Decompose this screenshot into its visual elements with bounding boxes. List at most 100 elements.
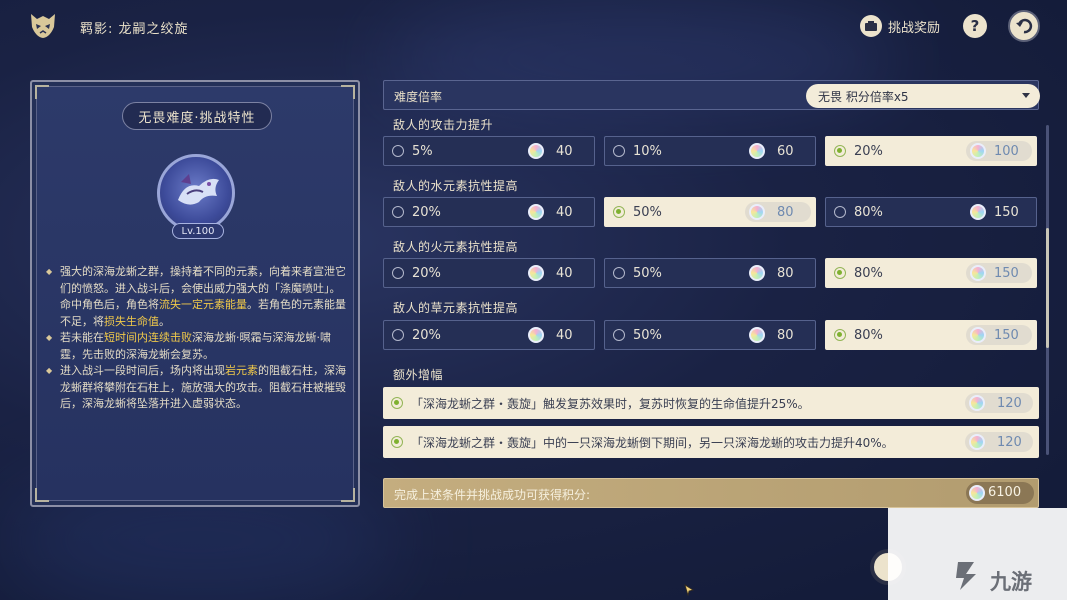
radio-checked-icon [834, 329, 846, 341]
condition-option[interactable]: 10% 60 [604, 136, 816, 166]
trait-item: 强大的深海龙蜥之群，操持着不同的元素，向着来者宣泄它们的愤怒。进入战斗后，会使出… [46, 264, 348, 330]
help-icon[interactable]: ? [963, 14, 987, 38]
extra-option-points: 120 [997, 435, 1022, 450]
condition-option[interactable]: 80% 150 [825, 258, 1037, 288]
point-gem-icon [969, 395, 985, 411]
back-arrow-icon [1016, 18, 1033, 34]
option-value: 50% [633, 205, 662, 220]
option-points: 80 [777, 205, 794, 220]
difficulty-dropdown[interactable]: 无畏 积分倍率x5 [806, 84, 1040, 108]
mask-logo-icon [31, 14, 55, 38]
point-gem-icon [970, 204, 986, 220]
point-gem-icon [528, 327, 544, 343]
radio-unchecked-icon [392, 267, 404, 279]
challenge-traits-panel: 无畏难度·挑战特性 Lv.100 强大的深海龙蜥之群，操持着不同的元素，向着来者… [30, 80, 360, 507]
point-gem-icon [528, 265, 544, 281]
boss-emblem [157, 154, 235, 232]
condition-option[interactable]: 80% 150 [825, 197, 1037, 227]
point-gem-icon [749, 143, 765, 159]
option-points: 40 [556, 328, 573, 343]
extra-option-text: 「深海龙蜥之群・轰旋」触发复苏效果时，复苏时恢复的生命值提升25%。 [411, 397, 810, 411]
condition-category-label: 敌人的火元素抗性提高 [393, 240, 519, 254]
option-value: 20% [412, 205, 441, 220]
difficulty-label: 难度倍率 [394, 90, 443, 104]
option-value: 20% [854, 144, 883, 159]
extra-option-points: 120 [997, 396, 1022, 411]
extra-option-text: 「深海龙蜥之群・轰旋」中的一只深海龙蜥倒下期间，另一只深海龙蜥的攻击力提升40%… [411, 436, 894, 450]
point-gem-icon [970, 265, 986, 281]
condition-option[interactable]: 20% 40 [383, 320, 595, 350]
option-points: 150 [994, 205, 1019, 220]
option-points: 80 [777, 266, 794, 281]
radio-checked-icon [391, 397, 403, 409]
difficulty-value: 无畏 积分倍率x5 [818, 89, 909, 104]
point-gem-icon [749, 265, 765, 281]
condition-option[interactable]: 50% 80 [604, 320, 816, 350]
frame-corner [35, 488, 49, 502]
trait-item: 若未能在短时间内连续击败深海龙蜥·暝霜与深海龙蜥·啸霆，先击败的深海龙蜥会复苏。 [46, 330, 348, 363]
frame-corner [341, 85, 355, 99]
radio-unchecked-icon [613, 145, 625, 157]
challenge-reward-button[interactable]: 挑战奖励 [860, 14, 940, 38]
option-value: 80% [854, 266, 883, 281]
cursor-icon [684, 584, 694, 596]
option-value: 50% [633, 328, 662, 343]
radio-checked-icon [391, 436, 403, 448]
condition-option[interactable]: 80% 150 [825, 320, 1037, 350]
frame-corner [35, 85, 49, 99]
condition-category-label: 敌人的攻击力提升 [393, 118, 494, 132]
option-value: 80% [854, 328, 883, 343]
point-gem-icon [528, 204, 544, 220]
back-button[interactable] [1008, 10, 1040, 42]
option-points: 150 [994, 328, 1019, 343]
condition-category-label: 敌人的水元素抗性提高 [393, 179, 519, 193]
point-gem-icon [970, 327, 986, 343]
radio-checked-icon [834, 267, 846, 279]
point-gem-icon [969, 434, 985, 450]
condition-option[interactable]: 5% 40 [383, 136, 595, 166]
radio-unchecked-icon [613, 267, 625, 279]
point-gem-icon [969, 485, 985, 501]
point-gem-icon [528, 143, 544, 159]
radio-unchecked-icon [392, 329, 404, 341]
option-points: 40 [556, 144, 573, 159]
condition-option[interactable]: 50% 80 [604, 197, 816, 227]
condition-option[interactable]: 20% 40 [383, 197, 595, 227]
condition-option[interactable]: 50% 80 [604, 258, 816, 288]
option-value: 50% [633, 266, 662, 281]
reward-label: 挑战奖励 [888, 20, 941, 36]
option-value: 10% [633, 144, 662, 159]
frame-corner [341, 488, 355, 502]
option-points: 60 [777, 144, 794, 159]
dropdown-arrow-icon [1022, 93, 1030, 98]
extra-option[interactable]: 「深海龙蜥之群・轰旋」中的一只深海龙蜥倒下期间，另一只深海龙蜥的攻击力提升40%… [383, 426, 1039, 458]
option-points: 40 [556, 205, 573, 220]
extra-option[interactable]: 「深海龙蜥之群・轰旋」触发复苏效果时，复苏时恢复的生命值提升25%。 120 [383, 387, 1039, 419]
total-label: 完成上述条件并挑战成功可获得积分: [394, 488, 591, 502]
option-value: 20% [412, 328, 441, 343]
option-points: 40 [556, 266, 573, 281]
option-points: 80 [777, 328, 794, 343]
condition-category-label: 敌人的草元素抗性提高 [393, 301, 519, 315]
difficulty-row: 难度倍率 无畏 积分倍率x5 [383, 80, 1040, 110]
radio-unchecked-icon [392, 206, 404, 218]
point-gem-icon [749, 204, 765, 220]
radio-unchecked-icon [834, 206, 846, 218]
extra-label: 额外增幅 [393, 368, 444, 382]
radio-checked-icon [613, 206, 625, 218]
radio-checked-icon [834, 145, 846, 157]
page-title: 羁影: 龙嗣之绞旋 [80, 22, 189, 37]
option-value: 5% [412, 144, 433, 159]
reward-icon [860, 15, 882, 37]
option-value: 80% [854, 205, 883, 220]
condition-option[interactable]: 20% 40 [383, 258, 595, 288]
traits-title: 无畏难度·挑战特性 [122, 102, 272, 130]
condition-option[interactable]: 20% 100 [825, 136, 1037, 166]
point-gem-icon [970, 143, 986, 159]
radio-unchecked-icon [613, 329, 625, 341]
radio-unchecked-icon [392, 145, 404, 157]
scrollbar-thumb[interactable] [1046, 228, 1049, 348]
option-value: 20% [412, 266, 441, 281]
total-points: 6100 [988, 485, 1022, 500]
option-points: 100 [994, 144, 1019, 159]
